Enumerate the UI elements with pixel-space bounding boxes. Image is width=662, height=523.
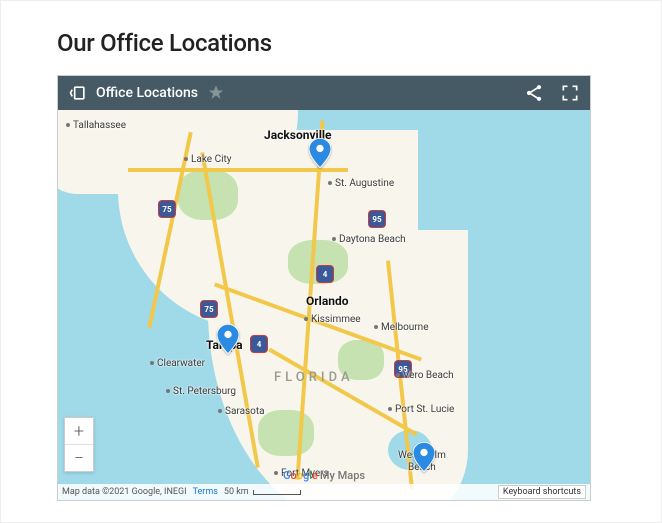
interstate-shield: 4: [250, 335, 268, 353]
city-label: Tallahassee: [66, 120, 126, 131]
city-label: St. Petersburg: [166, 386, 236, 397]
pin-tampa[interactable]: [217, 324, 239, 354]
interstate-shield: 95: [368, 210, 386, 228]
city-label: Lake City: [184, 154, 232, 165]
terms-link[interactable]: Terms: [193, 487, 218, 497]
scale-label: 50 km: [224, 487, 249, 497]
page-title: Our Office Locations: [57, 29, 605, 57]
map-footer: Map data ©2021 Google, INEGI Terms 50 km…: [58, 484, 590, 500]
city-label: St. Augustine: [328, 178, 394, 189]
pin-west-palm-beach[interactable]: [413, 442, 435, 472]
share-icon[interactable]: [524, 83, 544, 103]
sidebar-toggle-icon[interactable]: [68, 83, 88, 103]
zoom-control: + −: [64, 417, 94, 472]
state-label: FLORIDA: [274, 370, 354, 385]
map-canvas[interactable]: 75 75 4 4 95 95 Tallahassee Lake City Ja…: [58, 110, 590, 500]
map-attribution: Map data ©2021 Google, INEGI: [62, 487, 187, 497]
pin-jacksonville[interactable]: [309, 138, 331, 168]
interstate-shield: 75: [200, 300, 218, 318]
interstate-shield: 4: [316, 265, 334, 283]
city-label: Daytona Beach: [332, 234, 406, 245]
map-toolbar: Office Locations: [58, 76, 590, 110]
city-label: Orlando: [306, 294, 349, 308]
city-label: Kissimmee: [304, 314, 361, 325]
city-label: Vero Beach: [396, 370, 454, 381]
zoom-out-button[interactable]: −: [65, 445, 93, 471]
city-label: Port St. Lucie: [388, 404, 454, 415]
map-title: Office Locations: [96, 85, 198, 101]
city-label: Sarasota: [218, 406, 265, 417]
map-widget: Office Locations 75 75 4 4 95: [57, 75, 591, 501]
fullscreen-icon[interactable]: [560, 83, 580, 103]
scale-bar: [253, 490, 301, 495]
keyboard-shortcuts-button[interactable]: Keyboard shortcuts: [498, 485, 586, 499]
star-icon[interactable]: [206, 83, 226, 103]
interstate-shield: 75: [158, 200, 176, 218]
city-label: Clearwater: [150, 358, 205, 369]
zoom-in-button[interactable]: +: [65, 418, 93, 444]
city-label: Melbourne: [374, 322, 429, 333]
google-my-maps-logo: GoogleMy Maps: [283, 469, 365, 482]
